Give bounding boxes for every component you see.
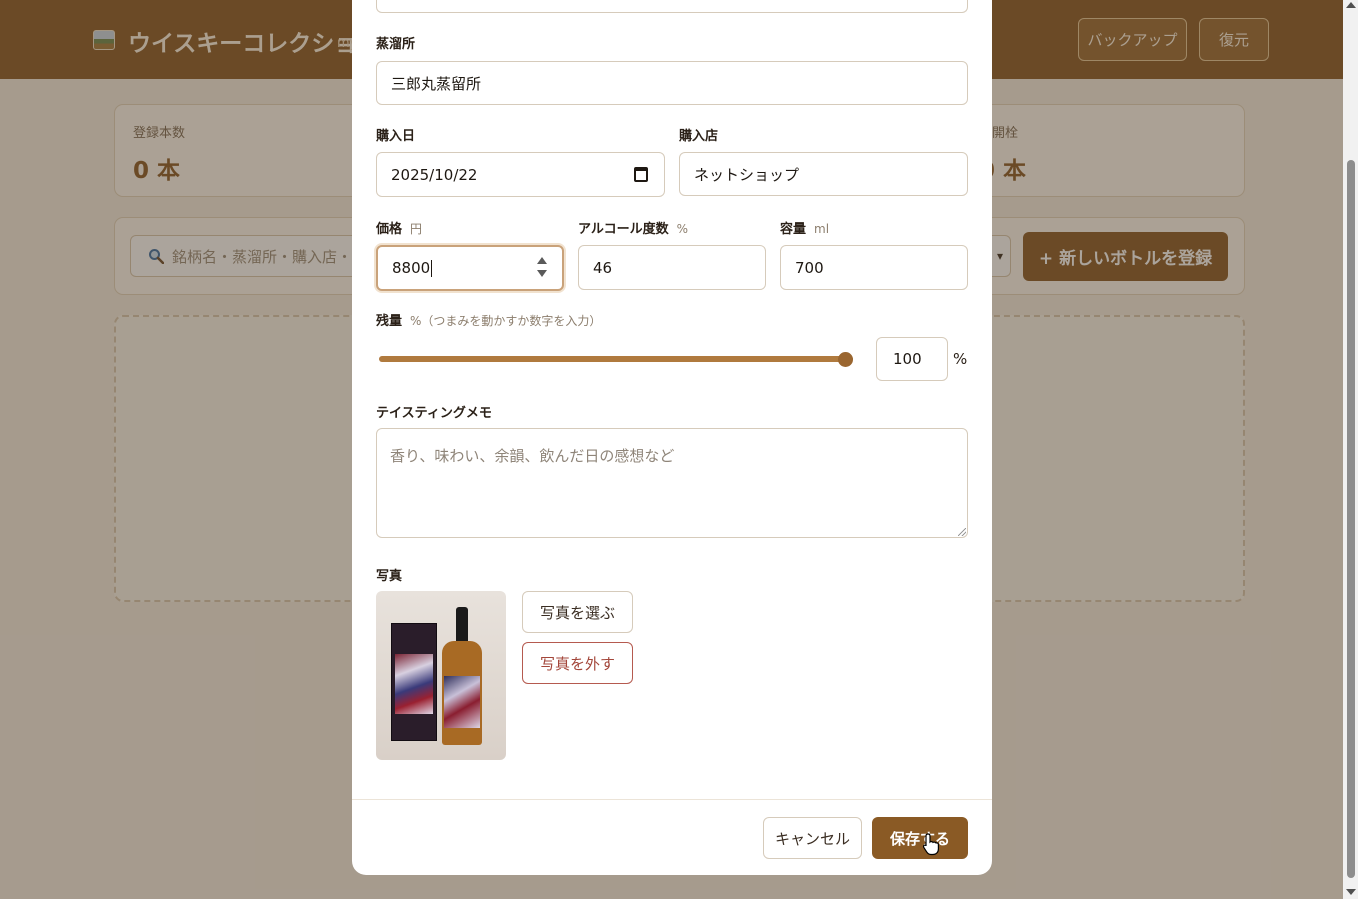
volume-value: 700 <box>795 258 824 277</box>
modal-footer-divider <box>352 799 992 800</box>
purchase-date-value: 2025/10/22 <box>391 165 478 184</box>
price-unit: 円 <box>410 222 423 236</box>
scroll-up-arrow-icon[interactable] <box>1346 2 1356 8</box>
remaining-slider[interactable] <box>379 356 853 362</box>
purchase-date-label: 購入日 <box>376 129 416 144</box>
remaining-label: 残量 %（つまみを動かすか数字を入力） <box>376 314 602 329</box>
volume-field[interactable]: 700 <box>780 245 968 290</box>
store-field[interactable]: ネットショップ <box>679 152 968 196</box>
price-label: 価格円 <box>376 222 423 237</box>
volume-label: 容量 ml <box>780 222 830 237</box>
purchase-date-field[interactable]: 2025/10/22 <box>376 152 665 197</box>
remaining-percent-sign: % <box>953 350 968 368</box>
volume-unit: ml <box>814 222 830 236</box>
remaining-hint: %（つまみを動かすか数字を入力） <box>410 314 602 328</box>
photo-bottle-label <box>444 676 480 728</box>
remaining-slider-thumb[interactable] <box>838 352 853 367</box>
abv-field[interactable]: 46 <box>578 245 766 290</box>
scrollbar-thumb[interactable] <box>1347 160 1355 878</box>
photo-bottle-neck <box>456 607 468 645</box>
remaining-input[interactable]: 100 <box>876 337 948 381</box>
choose-photo-button[interactable]: 写真を選ぶ <box>522 591 633 633</box>
spinner-down-icon[interactable] <box>537 270 547 277</box>
store-value: ネットショップ <box>694 165 800 184</box>
photo-label: 写真 <box>376 569 403 584</box>
name-field-partial[interactable] <box>376 0 968 13</box>
remaining-value: 100 <box>893 350 922 368</box>
text-caret <box>431 259 433 277</box>
distillery-field[interactable]: 三郎丸蒸留所 <box>376 61 968 105</box>
distillery-value: 三郎丸蒸留所 <box>391 74 482 93</box>
store-label: 購入店 <box>679 129 719 144</box>
price-value: 8800 <box>392 259 431 277</box>
cancel-button[interactable]: キャンセル <box>763 817 862 859</box>
resize-grip-icon[interactable] <box>958 528 966 536</box>
abv-value: 46 <box>593 258 613 277</box>
abv-unit: % <box>676 222 689 236</box>
spinner-up-icon[interactable] <box>537 257 547 264</box>
bottle-photo <box>376 591 506 760</box>
pointer-cursor-icon <box>922 833 939 856</box>
price-field[interactable]: 8800 <box>376 245 564 291</box>
abv-label: アルコール度数% <box>578 222 689 237</box>
distillery-label: 蒸溜所 <box>376 37 416 52</box>
scroll-down-arrow-icon[interactable] <box>1346 889 1356 895</box>
notes-placeholder: 香り、味わい、余韻、飲んだ日の感想など <box>390 447 675 465</box>
calendar-icon[interactable] <box>634 167 648 182</box>
save-button[interactable]: 保存する <box>872 817 968 859</box>
remove-photo-button[interactable]: 写真を外す <box>522 642 633 684</box>
photo-gift-box <box>391 623 437 741</box>
notes-label: テイスティングメモ <box>376 406 492 421</box>
